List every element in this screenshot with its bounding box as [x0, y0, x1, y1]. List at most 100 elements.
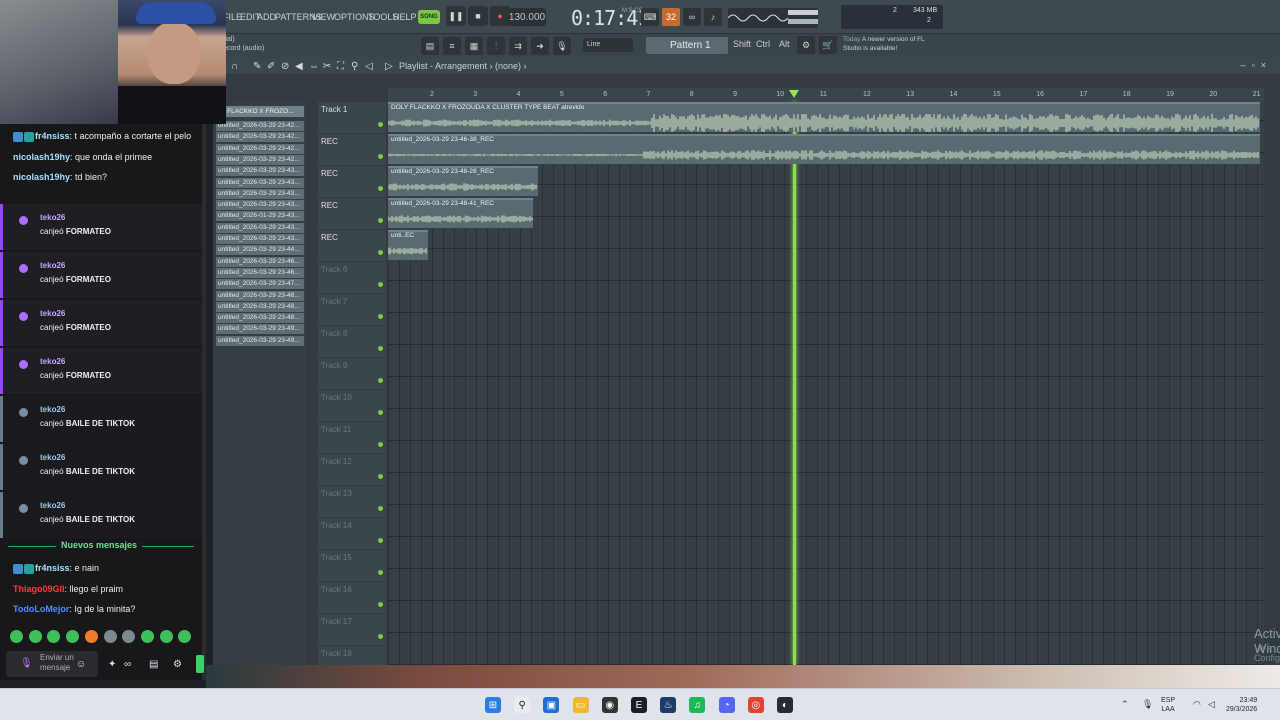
- track-header[interactable]: REC: [318, 166, 386, 198]
- mixer-icon[interactable]: ⫶: [487, 37, 505, 55]
- redemption-user[interactable]: teko26: [40, 501, 65, 510]
- chat-username[interactable]: fr4nsiss: [35, 131, 70, 141]
- track-header[interactable]: Track 16: [318, 582, 386, 614]
- track-header[interactable]: Track 6: [318, 262, 386, 294]
- record-button[interactable]: ●: [490, 6, 510, 26]
- chat-message[interactable]: fr4nsiss: t acompaño a cortarte el pelo: [13, 129, 198, 143]
- pattern-picker-item[interactable]: untitled_2026-03-29 23-47...: [216, 279, 304, 290]
- pattern-picker-item[interactable]: untitled_2026-03-29 23-46...: [216, 267, 304, 278]
- chat-message[interactable]: Thiago09Gll: llego el praim: [13, 582, 198, 596]
- track-mute-led[interactable]: [378, 410, 383, 415]
- pattern-picker-item[interactable]: untitled_2026-03-29 23-48...: [216, 290, 304, 301]
- magnet-icon[interactable]: ∩: [231, 61, 238, 72]
- track-header[interactable]: Track 12: [318, 454, 386, 486]
- emote-icon[interactable]: [10, 630, 23, 643]
- redemption-user[interactable]: teko26: [40, 405, 65, 414]
- track-mute-led[interactable]: [378, 570, 383, 575]
- tray-chevron-icon[interactable]: ⌃: [1121, 699, 1129, 710]
- chat-username[interactable]: Thiago09Gll: [13, 584, 65, 594]
- pattern-picker-item[interactable]: untitled_2026-03-29 23-48...: [216, 301, 304, 312]
- speaker-icon[interactable]: ◁: [365, 61, 373, 72]
- pattern-picker-item[interactable]: untitled_2026-03-29 23-44...: [216, 245, 304, 256]
- pattern-select[interactable]: Pattern 1: [646, 37, 728, 54]
- chat-message[interactable]: nicolash19hy: td bien?: [13, 170, 198, 184]
- epic-games-icon[interactable]: E: [631, 697, 647, 713]
- track-header[interactable]: Track 8: [318, 326, 386, 358]
- track-mute-led[interactable]: [378, 506, 383, 511]
- track-mute-led[interactable]: [378, 314, 383, 319]
- chat-username[interactable]: TodoLoMejor: [13, 604, 69, 614]
- track-header[interactable]: Track 11: [318, 422, 386, 454]
- chat-username[interactable]: nicolash19hy: [13, 172, 70, 182]
- track-mute-led[interactable]: [378, 186, 383, 191]
- pattern-picker-item[interactable]: untitled_2026-03-29 23-43...: [216, 222, 304, 233]
- redemption-user[interactable]: teko26: [40, 453, 65, 462]
- davinci-icon[interactable]: ◉: [601, 697, 618, 713]
- news-panel[interactable]: Today A newer version of FL Studio is av…: [843, 35, 943, 55]
- pattern-picker-item[interactable]: untitled_2026-03-29 23-49...: [216, 335, 304, 346]
- chat-username[interactable]: fr4nsiss: [35, 563, 70, 573]
- settings-icon[interactable]: ⚙: [173, 659, 182, 670]
- track-mute-led[interactable]: [378, 282, 383, 287]
- menu-help[interactable]: HELP: [393, 12, 417, 22]
- piano-roll-icon[interactable]: ≡: [443, 37, 461, 55]
- line-mode-select[interactable]: Line: [583, 38, 633, 52]
- emote-icon[interactable]: [178, 630, 192, 643]
- pattern-picker-item[interactable]: untitled_2026-03-29 23-43...: [216, 166, 304, 177]
- search-icon[interactable]: ⚲: [514, 697, 531, 713]
- tray-mic-icon[interactable]: 🎙: [1142, 699, 1153, 710]
- audio-clip[interactable]: untitled_2026-03-29 23-48-28_REC: [388, 166, 538, 196]
- delete-icon[interactable]: ⊘: [281, 61, 289, 72]
- channel-points-icon[interactable]: ✦: [108, 659, 116, 670]
- chat-message[interactable]: TodoLoMejor: Ig de la minita?: [13, 602, 198, 616]
- menu-add[interactable]: ADD: [257, 12, 276, 22]
- pattern-picker-item[interactable]: untitled_2026-03-29 23-42...: [216, 154, 304, 165]
- play-arrow-icon[interactable]: ▷: [385, 61, 393, 72]
- playlist-titlebar[interactable]: ∩ ✎ ✐ ⊘ ◀ ⇔ ✂ ⛶ ⚲ ◁ ▷ Playlist - Arrange…: [213, 58, 1280, 74]
- redemption-card[interactable]: teko26 canjeó FORMATEO: [0, 348, 202, 394]
- fl-studio-icon[interactable]: ◐: [777, 697, 793, 713]
- pattern-picker-item[interactable]: untitled_2026-03-29 23-43...: [216, 177, 304, 188]
- emote-icon[interactable]: [84, 630, 98, 643]
- language-indicator[interactable]: ESP LAA: [1161, 696, 1175, 714]
- discord-icon[interactable]: ◔: [718, 697, 735, 713]
- alt-key[interactable]: Alt: [779, 39, 790, 49]
- snap-button[interactable]: 32: [662, 8, 680, 26]
- audio-clip[interactable]: untitled_2026-03-29 23-48-41_REC: [388, 198, 533, 228]
- track-header[interactable]: Track 13: [318, 486, 386, 518]
- redemption-user[interactable]: teko26: [40, 213, 65, 222]
- store-icon[interactable]: ▣: [543, 697, 560, 713]
- pattern-picker-item[interactable]: untitled_2026-03-29 23-46...: [216, 256, 304, 267]
- gear-icon[interactable]: ⚙: [797, 36, 815, 54]
- windows-start-icon[interactable]: ⊞: [485, 697, 501, 713]
- arrow-icon[interactable]: ➜: [531, 37, 549, 55]
- track-mute-led[interactable]: [378, 538, 383, 543]
- infinity-icon[interactable]: ∞: [124, 659, 131, 670]
- mic-icon[interactable]: 🎙: [553, 37, 571, 55]
- track-header[interactable]: Track 10: [318, 390, 386, 422]
- redemption-user[interactable]: teko26: [40, 357, 65, 366]
- slice-icon[interactable]: ✂: [323, 61, 331, 72]
- track-header[interactable]: Track 14: [318, 518, 386, 550]
- chat-message[interactable]: nicolash19hy: que onda el primee: [13, 150, 198, 164]
- emote-icon[interactable]: [140, 630, 154, 643]
- pencil-icon[interactable]: ✎: [253, 61, 261, 72]
- track-mute-led[interactable]: [378, 474, 383, 479]
- emote-picker-icon[interactable]: ☺: [76, 659, 86, 670]
- chat-scrollbar[interactable]: [202, 124, 206, 680]
- track-mute-led[interactable]: [378, 378, 383, 383]
- track-header[interactable]: Track 9: [318, 358, 386, 390]
- emote-icon[interactable]: [122, 630, 136, 643]
- chrome-icon[interactable]: ◎: [747, 697, 764, 713]
- playlist-icon[interactable]: ▤: [421, 37, 439, 55]
- emote-icon[interactable]: [47, 630, 61, 643]
- pattern-picker-item[interactable]: untitled_2026-03-29 23-49...: [216, 324, 304, 335]
- ctrl-key[interactable]: Ctrl: [756, 39, 770, 49]
- track-mute-led[interactable]: [378, 218, 383, 223]
- steam-icon[interactable]: ♨: [660, 697, 677, 713]
- track-header[interactable]: Track 1: [318, 102, 386, 134]
- track-header[interactable]: REC: [318, 198, 386, 230]
- pattern-picker-item[interactable]: untitled_2026-03-29 23-43...: [216, 200, 304, 211]
- redemption-card[interactable]: teko26 canjeó FORMATEO: [0, 252, 202, 298]
- typing-keyboard-icon[interactable]: ⌨: [641, 8, 659, 26]
